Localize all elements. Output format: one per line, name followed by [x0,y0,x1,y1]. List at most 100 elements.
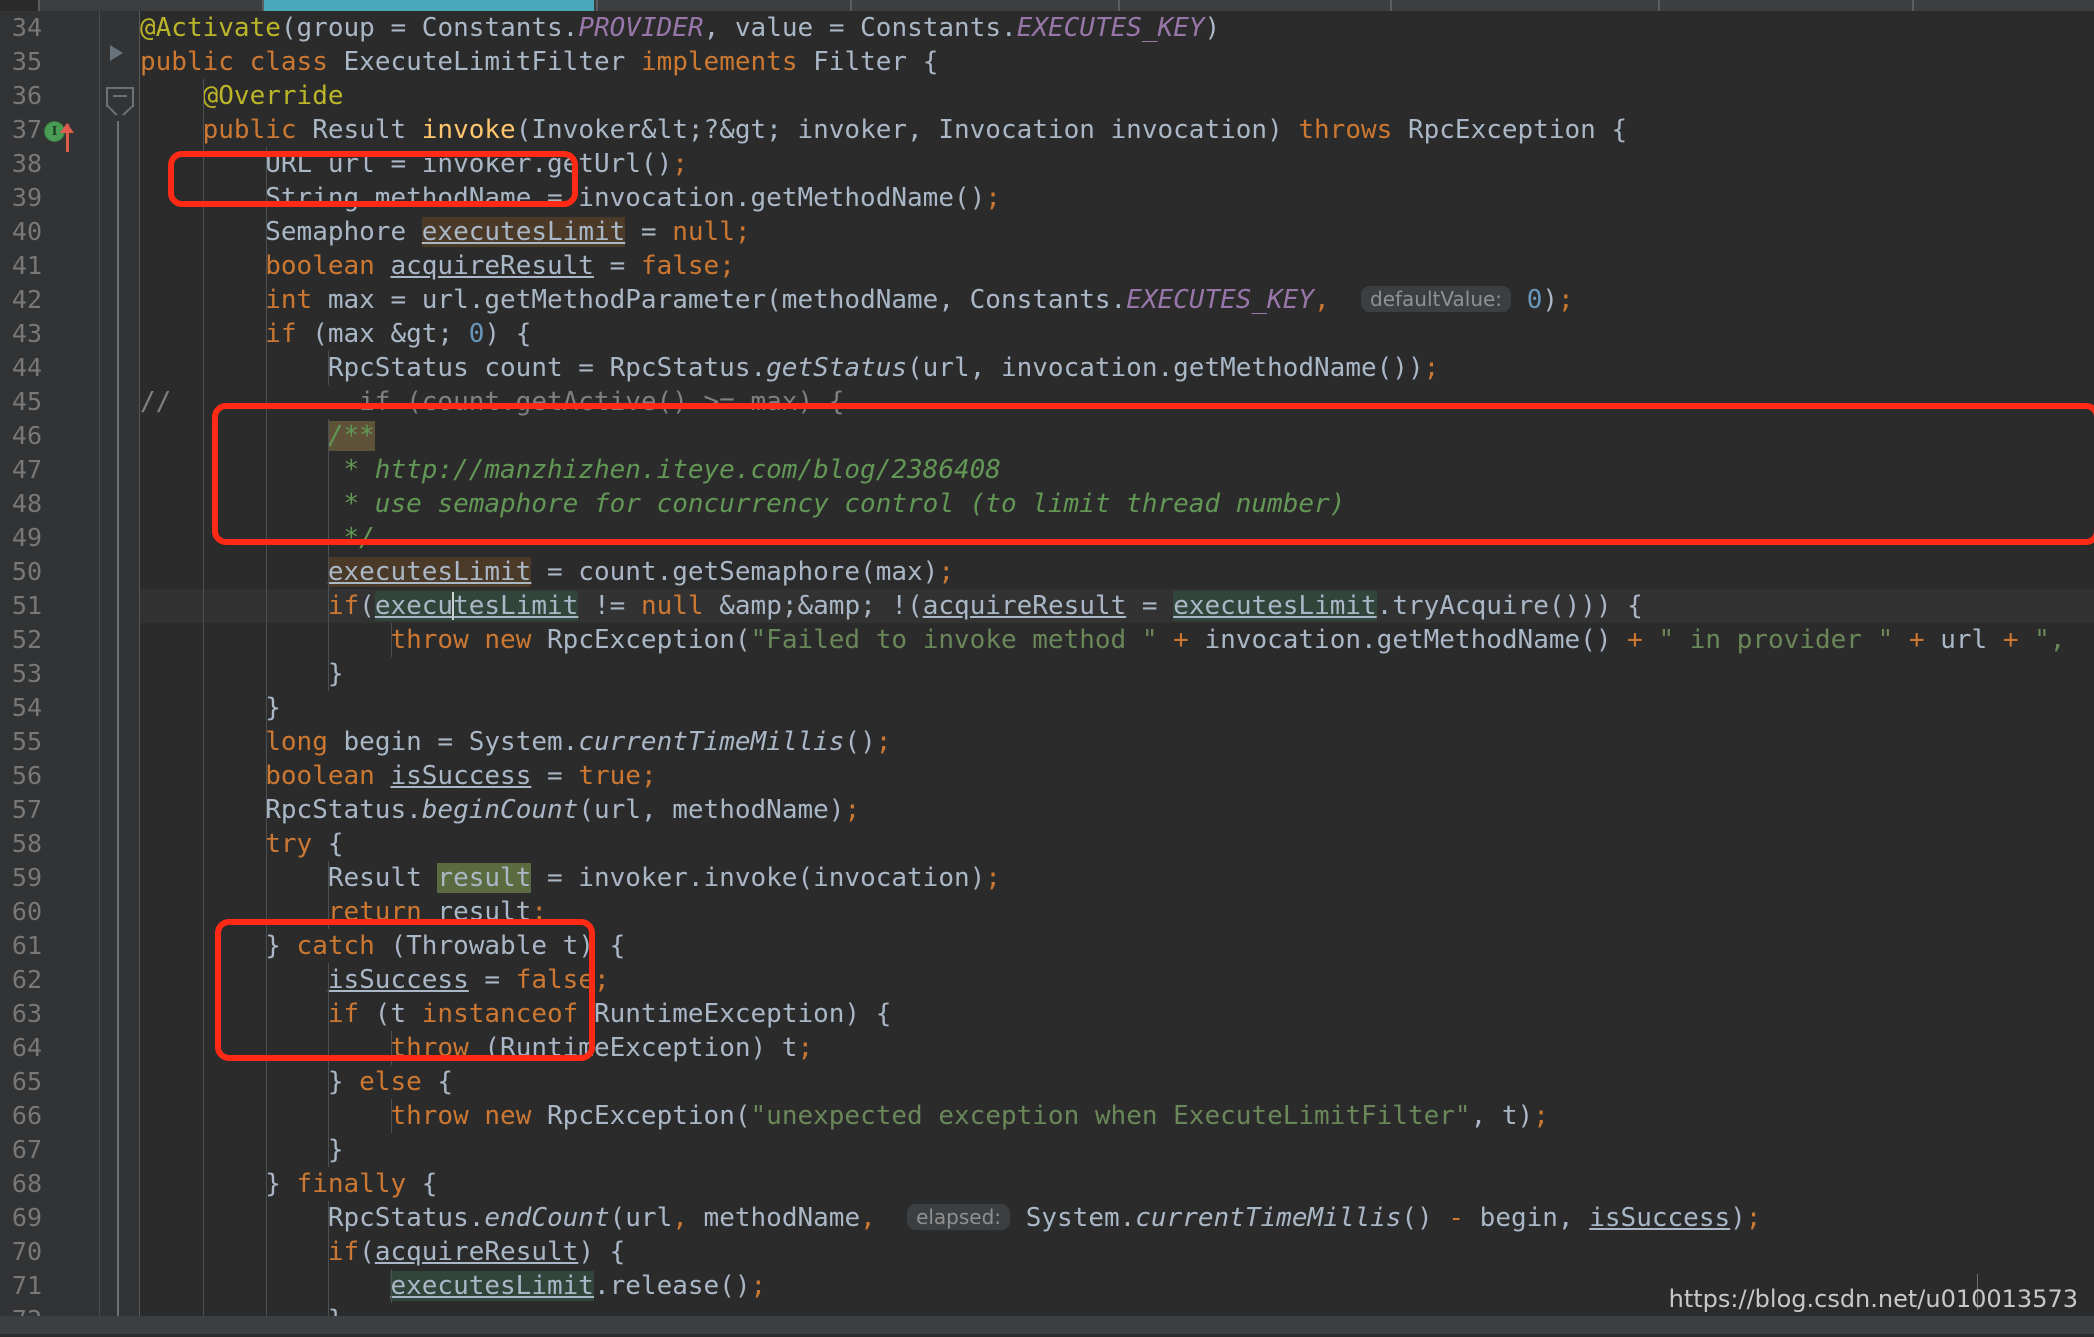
gutter-line[interactable]: 71 [0,1269,100,1303]
gutter-line[interactable]: 39 [0,181,100,215]
gutter-line[interactable]: 52 [0,623,100,657]
gutter-line[interactable]: 62 [0,963,100,997]
line-number: 43 [0,317,42,351]
gutter-line[interactable]: 55 [0,725,100,759]
gutter-line[interactable]: 34 [0,11,100,45]
code-line[interactable]: try { [140,827,2094,861]
code-line[interactable]: * http://manzhizhen.iteye.com/blog/23864… [140,453,2094,487]
code-line[interactable]: /** [140,419,2094,453]
strip-active-marker[interactable] [264,0,594,11]
gutter-line[interactable]: 35 [0,45,100,79]
code-line[interactable]: RpcStatus count = RpcStatus.getStatus(ur… [140,351,2094,385]
gutter-line[interactable]: 36 [0,79,100,113]
code-line[interactable]: @Override [140,79,2094,113]
code-line[interactable]: public class ExecuteLimitFilter implemen… [140,45,2094,79]
indent-guide [328,657,329,691]
gutter-line[interactable]: 64 [0,1031,100,1065]
gutter-line[interactable]: 50 [0,555,100,589]
code-line[interactable]: Result result = invoker.invoke(invocatio… [140,861,2094,895]
gutter-line[interactable]: 47 [0,453,100,487]
code-line[interactable]: * use semaphore for concurrency control … [140,487,2094,521]
token: ; [735,217,751,247]
code-line[interactable]: } [140,1133,2094,1167]
code-line[interactable]: @Activate(group = Constants.PROVIDER, va… [140,11,2094,45]
code-line[interactable]: } [140,691,2094,725]
code-line[interactable]: boolean isSuccess = true; [140,759,2094,793]
token: } [265,1169,296,1199]
code-line[interactable]: if (max &gt; 0) { [140,317,2094,351]
gutter-line[interactable]: 59 [0,861,100,895]
code-line[interactable]: } catch (Throwable t) { [140,929,2094,963]
code-line[interactable]: int max = url.getMethodParameter(methodN… [140,283,2094,317]
gutter-line[interactable]: 68 [0,1167,100,1201]
gutter-line[interactable]: 69 [0,1201,100,1235]
code-line[interactable]: String methodName = invocation.getMethod… [140,181,2094,215]
indent-guide [203,147,204,181]
fold-method-icon[interactable] [106,87,134,107]
indent-guide [266,555,267,589]
code-line[interactable]: RpcStatus.beginCount(url, methodName); [140,793,2094,827]
code-line[interactable]: if(acquireResult) { [140,1235,2094,1269]
gutter-line[interactable]: 63 [0,997,100,1031]
code-line[interactable]: Semaphore executesLimit = null; [140,215,2094,249]
code-line[interactable]: executesLimit = count.getSemaphore(max); [140,555,2094,589]
gutter-line[interactable]: 67 [0,1133,100,1167]
token: RpcStatus. [265,795,422,825]
code-line[interactable]: return result; [140,895,2094,929]
gutter-line[interactable]: 49 [0,521,100,555]
editor-gutter[interactable]: 3435363738394041424344454647484950515253… [0,11,100,1316]
implementing-method-icon[interactable] [66,124,69,152]
expand-triangle-icon[interactable] [110,45,123,61]
code-line[interactable]: throw new RpcException("Failed to invoke… [140,623,2094,657]
gutter-line[interactable]: 61 [0,929,100,963]
gutter-line[interactable]: 56 [0,759,100,793]
gutter-line[interactable]: 48 [0,487,100,521]
code-area[interactable]: @Activate(group = Constants.PROVIDER, va… [140,11,2094,1316]
gutter-line[interactable]: 51 [0,589,100,623]
gutter-line[interactable]: 60 [0,895,100,929]
gutter-line[interactable]: 45 [0,385,100,419]
gutter-line[interactable]: 46 [0,419,100,453]
code-line[interactable]: isSuccess = false; [140,963,2094,997]
indent-guide [328,861,329,895]
code-line[interactable]: } finally { [140,1167,2094,1201]
token: new [484,625,531,655]
editor-fold-column[interactable] [100,11,139,1316]
line-number: 36 [0,79,42,113]
inlay-hint-defaultValue: defaultValue: [1361,286,1511,312]
token: (Throwable t) { [375,931,625,961]
code-line[interactable]: if (t instanceof RuntimeException) { [140,997,2094,1031]
code-line[interactable]: // if (count.getActive() >= max) { [140,385,2094,419]
gutter-line[interactable]: 58 [0,827,100,861]
code-line[interactable]: boolean acquireResult = false; [140,249,2094,283]
gutter-line[interactable]: 57 [0,793,100,827]
gutter-line[interactable]: 44 [0,351,100,385]
token: RpcStatus. [328,1203,485,1233]
code-line[interactable]: throw new RpcException("unexpected excep… [140,1099,2094,1133]
code-line[interactable]: long begin = System.currentTimeMillis(); [140,725,2094,759]
code-line[interactable]: URL url = invoker.getUrl(); [140,147,2094,181]
code-line[interactable]: } [140,657,2094,691]
code-line[interactable]: public Result invoke(Invoker&lt;?&gt; in… [140,113,2094,147]
editor-top-scroll-strip[interactable] [0,0,2094,11]
token: public [140,47,234,77]
gutter-line[interactable]: 38 [0,147,100,181]
gutter-line[interactable]: 42 [0,283,100,317]
gutter-line[interactable]: 66 [0,1099,100,1133]
fold-region-bar[interactable] [117,121,119,1316]
code-line[interactable]: RpcStatus.endCount(url, methodName, elap… [140,1201,2094,1235]
code-editor[interactable]: 3435363738394041424344454647484950515253… [0,11,2094,1316]
code-line[interactable]: } else { [140,1065,2094,1099]
gutter-line[interactable]: 65 [0,1065,100,1099]
gutter-line[interactable]: 41 [0,249,100,283]
code-line[interactable]: throw (RuntimeException) t; [140,1031,2094,1065]
gutter-line[interactable]: 43 [0,317,100,351]
gutter-line[interactable]: 40 [0,215,100,249]
token: () [1401,1203,1448,1233]
indent-guide [266,827,267,861]
code-line[interactable]: */ [140,521,2094,555]
gutter-line[interactable]: 53 [0,657,100,691]
code-line[interactable]: if(executesLimit != null &amp;&amp; !(ac… [140,589,2094,623]
gutter-line[interactable]: 54 [0,691,100,725]
gutter-line[interactable]: 70 [0,1235,100,1269]
